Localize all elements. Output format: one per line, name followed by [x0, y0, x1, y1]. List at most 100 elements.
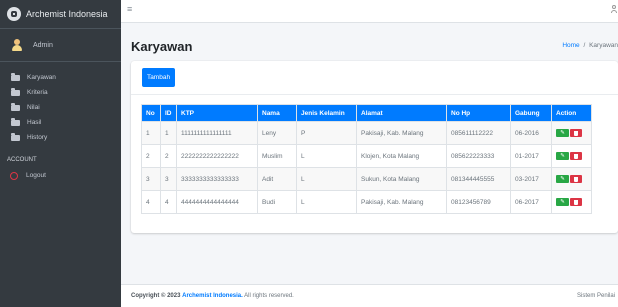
nav-header-account: ACCOUNT: [7, 157, 37, 163]
power-icon: [10, 171, 18, 180]
folder-icon: [11, 73, 20, 81]
sidebar-item-label: History: [27, 134, 48, 141]
cell-nama: Leny: [257, 121, 297, 145]
folder-icon: [11, 103, 20, 111]
cell-gabung: 06-2016: [510, 121, 552, 145]
edit-icon[interactable]: ✎: [556, 129, 569, 137]
employee-table: No ID KTP Nama Jenis Kelamin Alamat No H…: [141, 104, 592, 214]
top-navbar: ≡: [121, 0, 618, 23]
breadcrumb: Home / Karyawan: [562, 42, 618, 49]
cell-id: 2: [160, 144, 177, 168]
cell-id: 4: [160, 190, 177, 214]
trash-icon[interactable]: [570, 198, 582, 206]
column-header[interactable]: KTP: [176, 104, 258, 122]
table-row: 4 4 4444444444444444 Budi L Pakisaji, Ka…: [141, 190, 592, 214]
sidebar-item-label: Logout: [26, 172, 46, 179]
folder-icon: [11, 133, 20, 141]
user-name: Admin: [33, 41, 53, 49]
copyright-label: Copyright © 2023: [131, 293, 181, 299]
folder-icon: [11, 118, 20, 126]
cell-nama: Muslim: [257, 144, 297, 168]
cell-no: 2: [141, 144, 161, 168]
breadcrumb-home-link[interactable]: Home: [562, 42, 579, 49]
cell-action: ✎: [551, 167, 592, 191]
cell-jenis-kelamin: L: [296, 167, 357, 191]
cell-id: 3: [160, 167, 177, 191]
footer-brand-link[interactable]: Archemist Indonesia.: [182, 293, 243, 299]
table-row: 2 2 2222222222222222 Muslim L Klojen, Ko…: [141, 144, 592, 168]
folder-icon: [11, 88, 20, 96]
column-header[interactable]: Gabung: [510, 104, 552, 122]
brand-link[interactable]: Archemist Indonesia: [0, 0, 121, 29]
cell-ktp: 4444444444444444: [176, 190, 258, 214]
brand-name: Archemist Indonesia: [26, 9, 108, 19]
cell-alamat: Pakisaji, Kab. Malang: [356, 121, 447, 145]
cell-no: 1: [141, 121, 161, 145]
cell-jenis-kelamin: L: [296, 144, 357, 168]
cell-nama: Adit: [257, 167, 297, 191]
cell-ktp: 2222222222222222: [176, 144, 258, 168]
column-header[interactable]: Action: [551, 104, 592, 122]
column-header[interactable]: ID: [160, 104, 177, 122]
cell-alamat: Pakisaji, Kab. Malang: [356, 190, 447, 214]
cell-no-hp: 081344445555: [446, 167, 511, 191]
rights-text: All rights reserved.: [244, 293, 294, 299]
cell-no: 4: [141, 190, 161, 214]
trash-icon[interactable]: [570, 152, 582, 160]
sidebar-item-nilai[interactable]: Nilai: [0, 100, 121, 115]
cell-no-hp: 08123456789: [446, 190, 511, 214]
trash-icon[interactable]: [570, 129, 582, 137]
trash-icon[interactable]: [570, 175, 582, 183]
sidebar-item-label: Hasil: [27, 119, 42, 126]
cell-jenis-kelamin: L: [296, 190, 357, 214]
user-icon[interactable]: [611, 5, 617, 13]
edit-icon[interactable]: ✎: [556, 152, 569, 160]
breadcrumb-separator: /: [583, 42, 586, 49]
breadcrumb-current: Karyawan: [589, 42, 618, 49]
user-avatar-icon: [11, 39, 23, 51]
column-header[interactable]: Jenis Kelamin: [296, 104, 357, 122]
brand-logo-icon: [7, 7, 21, 21]
add-button[interactable]: Tambah: [142, 68, 175, 87]
footer: Copyright © 2023 Archemist Indonesia. Al…: [121, 284, 618, 307]
edit-icon[interactable]: ✎: [556, 198, 569, 206]
employee-card: Tambah No ID KTP Nama Jenis Kelamin Alam…: [131, 61, 618, 233]
table-row: 3 3 3333333333333333 Adit L Sukun, Kota …: [141, 167, 592, 191]
cell-id: 1: [160, 121, 177, 145]
cell-alamat: Sukun, Kota Malang: [356, 167, 447, 191]
table-row: 1 1 1111111111111111 Leny P Pakisaji, Ka…: [141, 121, 592, 145]
edit-icon[interactable]: ✎: [556, 175, 569, 183]
cell-ktp: 3333333333333333: [176, 167, 258, 191]
table-header-row: No ID KTP Nama Jenis Kelamin Alamat No H…: [141, 104, 592, 122]
cell-no-hp: 085622223333: [446, 144, 511, 168]
column-header[interactable]: Nama: [257, 104, 297, 122]
footer-copyright: Copyright © 2023 Archemist Indonesia. Al…: [131, 293, 294, 299]
cell-action: ✎: [551, 121, 592, 145]
cell-alamat: Klojen, Kota Malang: [356, 144, 447, 168]
column-header[interactable]: No: [141, 104, 161, 122]
sidebar: Archemist Indonesia Admin Karyawan Krite…: [0, 0, 121, 307]
cell-no-hp: 085611112222: [446, 121, 511, 145]
sidebar-item-kriteria[interactable]: Kriteria: [0, 85, 121, 100]
sidebar-item-logout[interactable]: Logout: [0, 168, 121, 183]
sidebar-item-history[interactable]: History: [0, 130, 121, 145]
sidebar-nav: Karyawan Kriteria Nilai Hasil History AC…: [0, 62, 121, 183]
cell-nama: Budi: [257, 190, 297, 214]
cell-gabung: 01-2017: [510, 144, 552, 168]
footer-right-text: Sistem Penilai: [576, 293, 615, 299]
column-header[interactable]: No Hp: [446, 104, 511, 122]
sidebar-item-label: Kriteria: [27, 89, 48, 96]
cell-gabung: 03-2017: [510, 167, 552, 191]
cell-gabung: 06-2017: [510, 190, 552, 214]
sidebar-item-label: Karyawan: [27, 74, 56, 81]
hamburger-icon[interactable]: ≡: [127, 4, 132, 14]
sidebar-item-hasil[interactable]: Hasil: [0, 115, 121, 130]
cell-action: ✎: [551, 190, 592, 214]
cell-ktp: 1111111111111111: [176, 121, 258, 145]
column-header[interactable]: Alamat: [356, 104, 447, 122]
cell-action: ✎: [551, 144, 592, 168]
sidebar-item-label: Nilai: [27, 104, 40, 111]
user-panel[interactable]: Admin: [0, 29, 121, 62]
sidebar-item-karyawan[interactable]: Karyawan: [0, 70, 121, 85]
page-title: Karyawan: [131, 39, 193, 54]
